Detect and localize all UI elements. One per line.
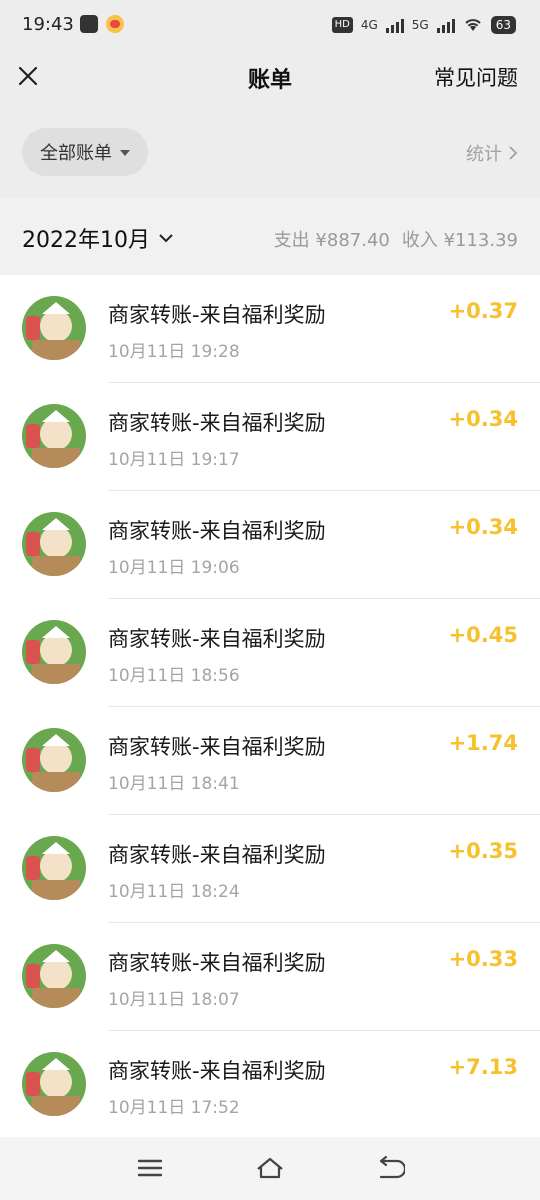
month-label: 2022年10月 [22,228,150,253]
transaction-title: 商家转账-来自福利奖励 [108,951,326,975]
merchant-avatar [22,836,86,900]
transaction-time: 10月11日 18:07 [108,990,240,1010]
faq-button[interactable]: 常见问题 [434,62,518,92]
battery-icon: 63 [490,16,516,34]
transaction-amount: +0.33 [448,947,518,971]
month-summary: 支出 ¥887.40 收入 ¥113.39 [274,226,518,252]
stats-link[interactable]: 统计 [466,140,518,166]
transaction-title: 商家转账-来自福利奖励 [108,1059,326,1083]
chevron-right-icon [509,146,518,160]
wifi-icon [465,19,481,31]
transaction-row[interactable]: 商家转账-来自福利奖励 10月11日 19:06 +0.34 [0,491,540,599]
home-icon[interactable] [255,1153,285,1183]
merchant-avatar [22,512,86,576]
status-bar: 19:43 HD 4G 5G 63 [0,0,540,52]
month-summary-bar: 2022年10月 支出 ¥887.40 收入 ¥113.39 [0,198,540,275]
transaction-title: 商家转账-来自福利奖励 [108,735,326,759]
transaction-row[interactable]: 商家转账-来自福利奖励 10月11日 18:24 +0.35 [0,815,540,923]
merchant-avatar [22,944,86,1008]
system-nav-bar [0,1137,540,1200]
5g-label: 5G [411,18,429,32]
transaction-row[interactable]: 商家转账-来自福利奖励 10月11日 18:07 +0.33 [0,923,540,1031]
transaction-time: 10月11日 19:06 [108,558,240,578]
transaction-row[interactable]: 商家转账-来自福利奖励 10月11日 18:56 +0.45 [0,599,540,707]
bill-filter-button[interactable]: 全部账单 [22,128,148,176]
merchant-avatar [22,404,86,468]
transaction-row[interactable]: 商家转账-来自福利奖励 10月11日 19:28 +0.37 [0,275,540,383]
transaction-amount: +7.13 [448,1055,518,1079]
back-icon[interactable] [375,1153,405,1183]
merchant-avatar [22,728,86,792]
transaction-amount: +0.34 [448,515,518,539]
menu-icon[interactable] [135,1153,165,1183]
chevron-down-icon [159,234,173,243]
transaction-time: 10月11日 18:24 [108,882,240,902]
status-notification-icons [80,15,124,33]
signal-icon-2 [436,17,455,33]
transaction-time: 10月11日 18:56 [108,666,240,686]
merchant-avatar [22,1052,86,1116]
transaction-row[interactable]: 商家转账-来自福利奖励 10月11日 18:41 +1.74 [0,707,540,815]
4g-label: 4G [360,18,378,32]
nav-bar: 账单 常见问题 [0,52,540,100]
merchant-avatar [22,620,86,684]
caret-down-icon [120,150,130,156]
transaction-amount: +1.74 [448,731,518,755]
merchant-avatar [22,296,86,360]
month-selector[interactable]: 2022年10月 [22,222,174,254]
transaction-time: 10月11日 17:52 [108,1098,240,1118]
hd-icon: HD [331,17,353,33]
transaction-title: 商家转账-来自福利奖励 [108,411,326,435]
transaction-row[interactable]: 商家转账-来自福利奖励 10月11日 17:52 +7.13 [0,1031,540,1137]
expense-total: 支出 ¥887.40 [273,230,390,251]
transaction-amount: +0.34 [448,407,518,431]
transaction-title: 商家转账-来自福利奖励 [108,303,326,327]
transaction-time: 10月11日 18:41 [108,774,240,794]
message-icon [80,15,98,33]
transaction-time: 10月11日 19:28 [108,342,240,362]
transaction-title: 商家转账-来自福利奖励 [108,627,326,651]
income-total: 收入 ¥113.39 [401,230,518,251]
weibo-icon [106,15,124,33]
status-system-icons: HD 4G 5G 63 [331,16,516,34]
stats-label: 统计 [466,144,502,165]
transaction-title: 商家转账-来自福利奖励 [108,843,326,867]
transaction-title: 商家转账-来自福利奖励 [108,519,326,543]
status-time: 19:43 [22,14,74,35]
transaction-amount: +0.35 [448,839,518,863]
signal-icon [385,17,404,33]
transaction-amount: +0.37 [448,299,518,323]
transaction-row[interactable]: 商家转账-来自福利奖励 10月11日 19:17 +0.34 [0,383,540,491]
bill-filter-label: 全部账单 [40,143,112,164]
transaction-list: 商家转账-来自福利奖励 10月11日 19:28 +0.37 商家转账-来自福利… [0,275,540,1137]
transaction-amount: +0.45 [448,623,518,647]
transaction-time: 10月11日 19:17 [108,450,240,470]
